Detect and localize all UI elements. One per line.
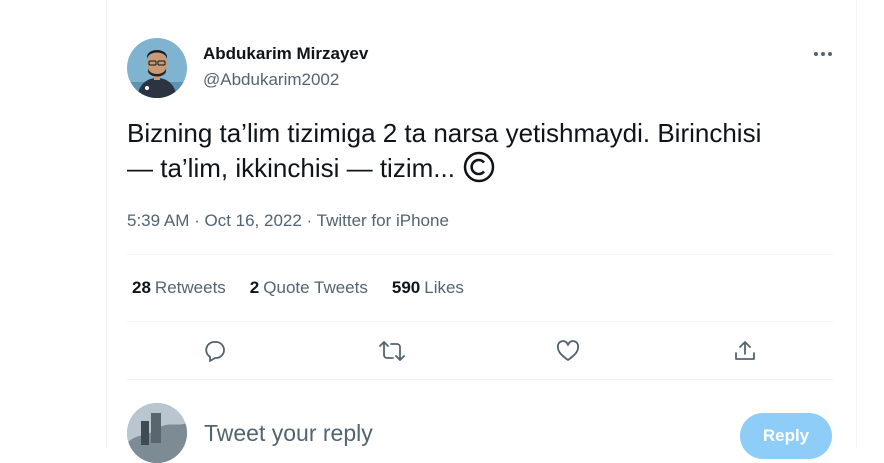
tweet-timestamp[interactable]: 5:39 AM · Oct 16, 2022 · Twitter for iPh…: [127, 211, 449, 231]
tweet-text-line-1: Bizning ta’lim tizimiga 2 ta narsa yetis…: [127, 118, 762, 148]
retweets-label: Retweets: [154, 278, 226, 297]
retweets-stat[interactable]: 28 Retweets: [132, 278, 226, 298]
retweet-icon[interactable]: [377, 336, 407, 366]
author-avatar[interactable]: [127, 38, 187, 98]
tweet-text-line-2-text: — ta’lim, ikkinchisi — tizim...: [127, 153, 455, 183]
reply-icon[interactable]: [200, 336, 230, 366]
right-sidebar-gutter: [856, 0, 884, 448]
tweet-stats: 28 Retweets 2 Quote Tweets 590 Likes: [132, 278, 464, 298]
user-avatar[interactable]: [127, 403, 187, 463]
share-icon[interactable]: [730, 336, 760, 366]
quote-tweets-label: Quote Tweets: [263, 278, 368, 297]
more-options-icon[interactable]: [810, 44, 836, 64]
author-name[interactable]: Abdukarim Mirzayev: [203, 44, 368, 64]
reply-button[interactable]: Reply: [740, 413, 832, 459]
like-icon[interactable]: [553, 336, 583, 366]
divider: [127, 254, 833, 255]
copyright-icon: [463, 151, 495, 192]
likes-label: Likes: [424, 278, 464, 297]
retweets-count: 28: [132, 278, 151, 297]
reply-input[interactable]: Tweet your reply: [204, 420, 373, 447]
tweet-actions-bar: [127, 336, 833, 366]
divider: [127, 321, 833, 322]
quote-tweets-stat[interactable]: 2 Quote Tweets: [250, 278, 368, 298]
quote-tweets-count: 2: [249, 278, 260, 297]
likes-stat[interactable]: 590 Likes: [392, 278, 464, 298]
author-handle[interactable]: @Abdukarim2002: [203, 70, 339, 90]
tweet-text: Bizning ta’lim tizimiga 2 ta narsa yetis…: [127, 116, 847, 192]
tweet-text-line-2: — ta’lim, ikkinchisi — tizim...: [127, 151, 847, 192]
divider: [127, 379, 833, 380]
likes-count: 590: [391, 278, 421, 297]
left-sidebar-gutter: [0, 0, 107, 448]
